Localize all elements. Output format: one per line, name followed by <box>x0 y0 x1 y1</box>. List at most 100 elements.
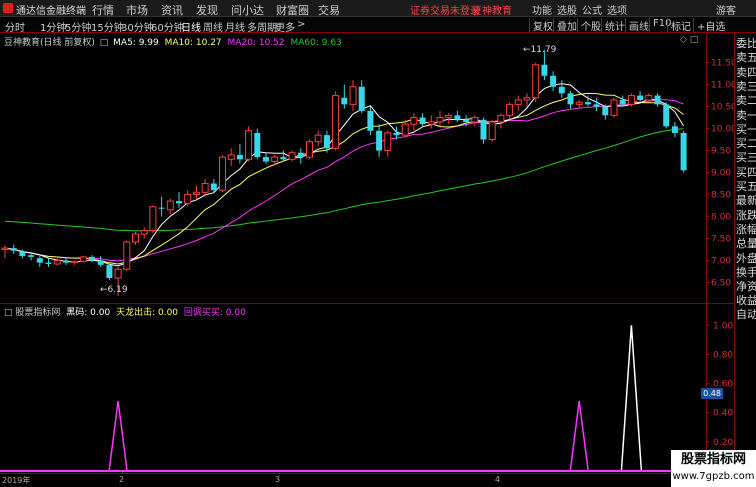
candle-body <box>227 154 235 160</box>
candle-body <box>166 200 174 211</box>
menu-item-gongshi[interactable]: 公式 <box>582 2 602 17</box>
time-label-apr: 4 <box>495 475 501 484</box>
period-30min[interactable]: 30分钟 <box>121 19 154 34</box>
btn-fuquan[interactable]: 复权 <box>529 18 553 33</box>
candle-body <box>123 241 131 270</box>
ma10-line <box>4 92 684 265</box>
menu-item-xuanxiang[interactable]: 选项 <box>607 2 627 17</box>
candle-body <box>323 135 330 149</box>
price-tick-label: 7.00 <box>711 256 731 266</box>
period-multi[interactable]: 多周期 <box>247 19 277 34</box>
period-fenshi[interactable]: 分时 <box>5 19 25 34</box>
indicator-name: 股票指标网 <box>15 308 61 318</box>
menu-item-jiaoyi[interactable]: 交易 <box>318 2 340 18</box>
brand-name: 豆神教育 <box>472 6 512 17</box>
candle-body <box>506 103 514 116</box>
btn-biaoji[interactable]: 标记 <box>667 18 691 33</box>
price-tick-label: 10.50 <box>711 103 734 113</box>
menu-item-wenxiaoda[interactable]: 问小达 <box>231 2 264 18</box>
period-daily[interactable]: 日线 <box>181 19 201 34</box>
watermark-title: 股票指标网 <box>680 452 746 467</box>
time-label-2019: 2019年 <box>2 476 31 485</box>
period-5min[interactable]: 5分钟 <box>65 19 91 34</box>
candle-body <box>497 114 505 123</box>
menu-item-caifuquan[interactable]: 财富圈 <box>276 2 309 18</box>
btn-diejia[interactable]: 叠加 <box>553 18 577 33</box>
indicator-collapse-icon[interactable]: □ <box>4 308 13 318</box>
price-tick-label: 8.00 <box>711 212 731 222</box>
ma5-label: MA5: 9.99 <box>113 38 159 48</box>
quote-field-label: 买一 <box>736 122 756 136</box>
candle-body <box>550 75 557 87</box>
candle-body <box>314 134 322 143</box>
price-tick-label: 10.00 <box>711 125 734 135</box>
menu-item-zixun[interactable]: 资讯 <box>161 2 183 18</box>
menu-item-shichang[interactable]: 市场 <box>126 2 148 18</box>
quote-field-label: 换手 <box>736 265 756 279</box>
candle-body <box>471 117 479 123</box>
top-menu-bar: 通达信金融终端 行情 市场 资讯 发现 问小达 财富圈 交易 证券交易未登录 豆… <box>0 0 756 17</box>
candle-body <box>89 256 95 261</box>
kline-chart[interactable]: 11.50 11.00 10.50 10.00 9.50 9.00 8.50 8.00 7.50… <box>0 34 734 487</box>
candle-body <box>97 260 104 265</box>
quote-field-label: 委比 <box>736 37 756 50</box>
indicator-tick-label: 0.80 <box>713 350 733 360</box>
candle-body <box>349 86 357 105</box>
quote-field-label: 总量 <box>736 237 756 251</box>
candle-body <box>584 102 591 105</box>
btn-huaxian[interactable]: 画线 <box>625 18 649 33</box>
candle-body <box>236 154 243 160</box>
candle-body <box>332 95 340 149</box>
candle-body <box>19 251 26 257</box>
collapse-icon[interactable]: □ <box>100 38 109 48</box>
btn-gegu[interactable]: 个股 <box>577 18 601 33</box>
guest-label[interactable]: 游客 <box>716 2 736 17</box>
ma5-line <box>4 83 685 267</box>
candle-body <box>410 117 418 125</box>
period-more[interactable]: 更多 <box>275 19 295 34</box>
quote-field-label: 涨跌 <box>736 208 756 222</box>
period-15min[interactable]: 15分钟 <box>91 19 124 34</box>
indicator-tick-label: 0.40 <box>713 409 733 419</box>
candle-body <box>427 121 435 125</box>
auto-toggle[interactable]: 自动 <box>736 308 756 321</box>
quote-field-label: 卖一 <box>736 108 756 122</box>
candle-body <box>419 117 426 125</box>
period-1min[interactable]: 1分钟 <box>40 19 66 34</box>
quote-field-label: 净资 <box>736 280 756 294</box>
candle-body <box>541 64 548 76</box>
indicator-axis: 1.000.800.600.400.20 <box>706 321 733 448</box>
quote-field-label: 收益 <box>736 294 756 308</box>
period-60min[interactable]: 60分钟 <box>151 19 184 34</box>
more-chevron-icon[interactable]: > <box>297 19 305 30</box>
price-tick-label: 9.00 <box>711 169 731 179</box>
candle-body <box>593 104 600 107</box>
btn-add-favorite[interactable]: +自选 <box>693 18 725 33</box>
price-axis: 11.50 11.00 10.50 10.00 9.50 9.00 8.50 8.00 7.50… <box>706 59 734 288</box>
menu-item-faxian[interactable]: 发现 <box>196 2 218 18</box>
price-tick-label: 9.50 <box>711 147 731 157</box>
chart-corner-icons[interactable]: ◇ □ <box>680 35 698 45</box>
period-weekly[interactable]: 周线 <box>203 19 223 34</box>
candle-body <box>28 255 35 257</box>
indicator-tick-label: 0.20 <box>713 438 733 448</box>
app-title: 通达信金融终端 <box>16 6 86 17</box>
candle-body <box>184 193 192 204</box>
menu-item-xuangu[interactable]: 选股 <box>557 2 577 17</box>
candle-body <box>106 264 113 279</box>
candle-body <box>532 64 540 99</box>
quote-field-label: 卖四 <box>736 65 756 79</box>
menu-item-gongneng[interactable]: 功能 <box>532 2 552 17</box>
candle-body <box>341 97 348 105</box>
btn-tongji[interactable]: 统计 <box>601 18 625 33</box>
candle-body <box>306 141 313 158</box>
candle-body <box>558 86 565 94</box>
candle-body <box>401 123 409 136</box>
period-monthly[interactable]: 月线 <box>225 19 245 34</box>
candle-body <box>645 95 653 101</box>
candle-body <box>514 99 522 105</box>
candle-body <box>619 99 626 105</box>
login-notice[interactable]: 证券交易未登录 <box>410 2 480 17</box>
current-value-box: 0.48 <box>701 388 723 399</box>
menu-item-hangqing[interactable]: 行情 <box>92 2 114 18</box>
